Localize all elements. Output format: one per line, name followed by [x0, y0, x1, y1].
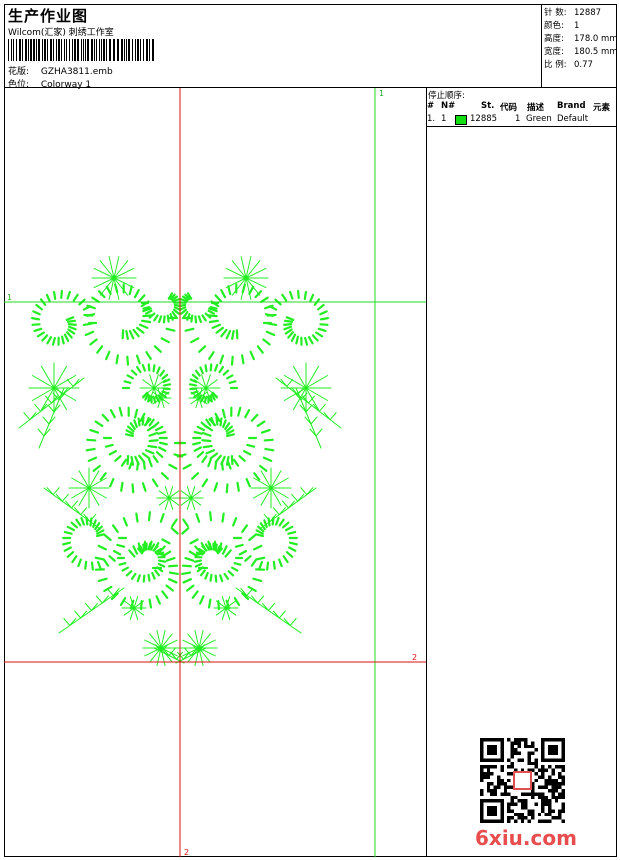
color-table-row: 1. 1 12885 1 Green Default [427, 113, 617, 127]
color-swatch [455, 115, 467, 125]
marker-green-top: 1 [379, 89, 384, 98]
color-table-header: # N# St. 代码 描述 Brand 元素 [427, 101, 611, 113]
stat-stitches: 针 数: 12887 [544, 8, 602, 18]
stats-box: 针 数: 12887 颜色: 1 高度: 178.0 mm 宽度: 180.5 mm 比… [541, 4, 618, 87]
barcode [8, 39, 154, 61]
marker-red-right: 2 [412, 653, 417, 662]
color-table: # N# St. 代码 描述 Brand 元素 1. 1 12885 1 Gre… [427, 100, 617, 127]
design-file-label: 花版: [8, 67, 30, 77]
design-preview: 1 1 2 2 [4, 88, 427, 857]
page-title: 生产作业图 [8, 7, 89, 25]
stat-width: 宽度: 180.5 mm [544, 47, 618, 57]
embroidery-canvas: 1 1 2 2 [4, 88, 426, 857]
header: 生产作业图 Wilcom(汇家) 刺绣工作室 花版: GZHA3811.emb … [4, 4, 618, 90]
qr-code [480, 738, 565, 823]
design-file-line: 花版: GZHA3811.emb [8, 64, 113, 77]
stat-height: 高度: 178.0 mm [544, 34, 618, 44]
design-file-value: GZHA3811.emb [40, 67, 113, 77]
watermark-logo: 6xiu.com [475, 826, 577, 850]
stat-scale: 比 例: 0.77 [544, 60, 593, 70]
company-name: Wilcom(汇家) 刺绣工作室 [8, 28, 114, 38]
stat-colors: 颜色: 1 [544, 21, 580, 31]
marker-green-left: 1 [7, 293, 12, 302]
marker-red-bottom: 2 [184, 848, 189, 857]
